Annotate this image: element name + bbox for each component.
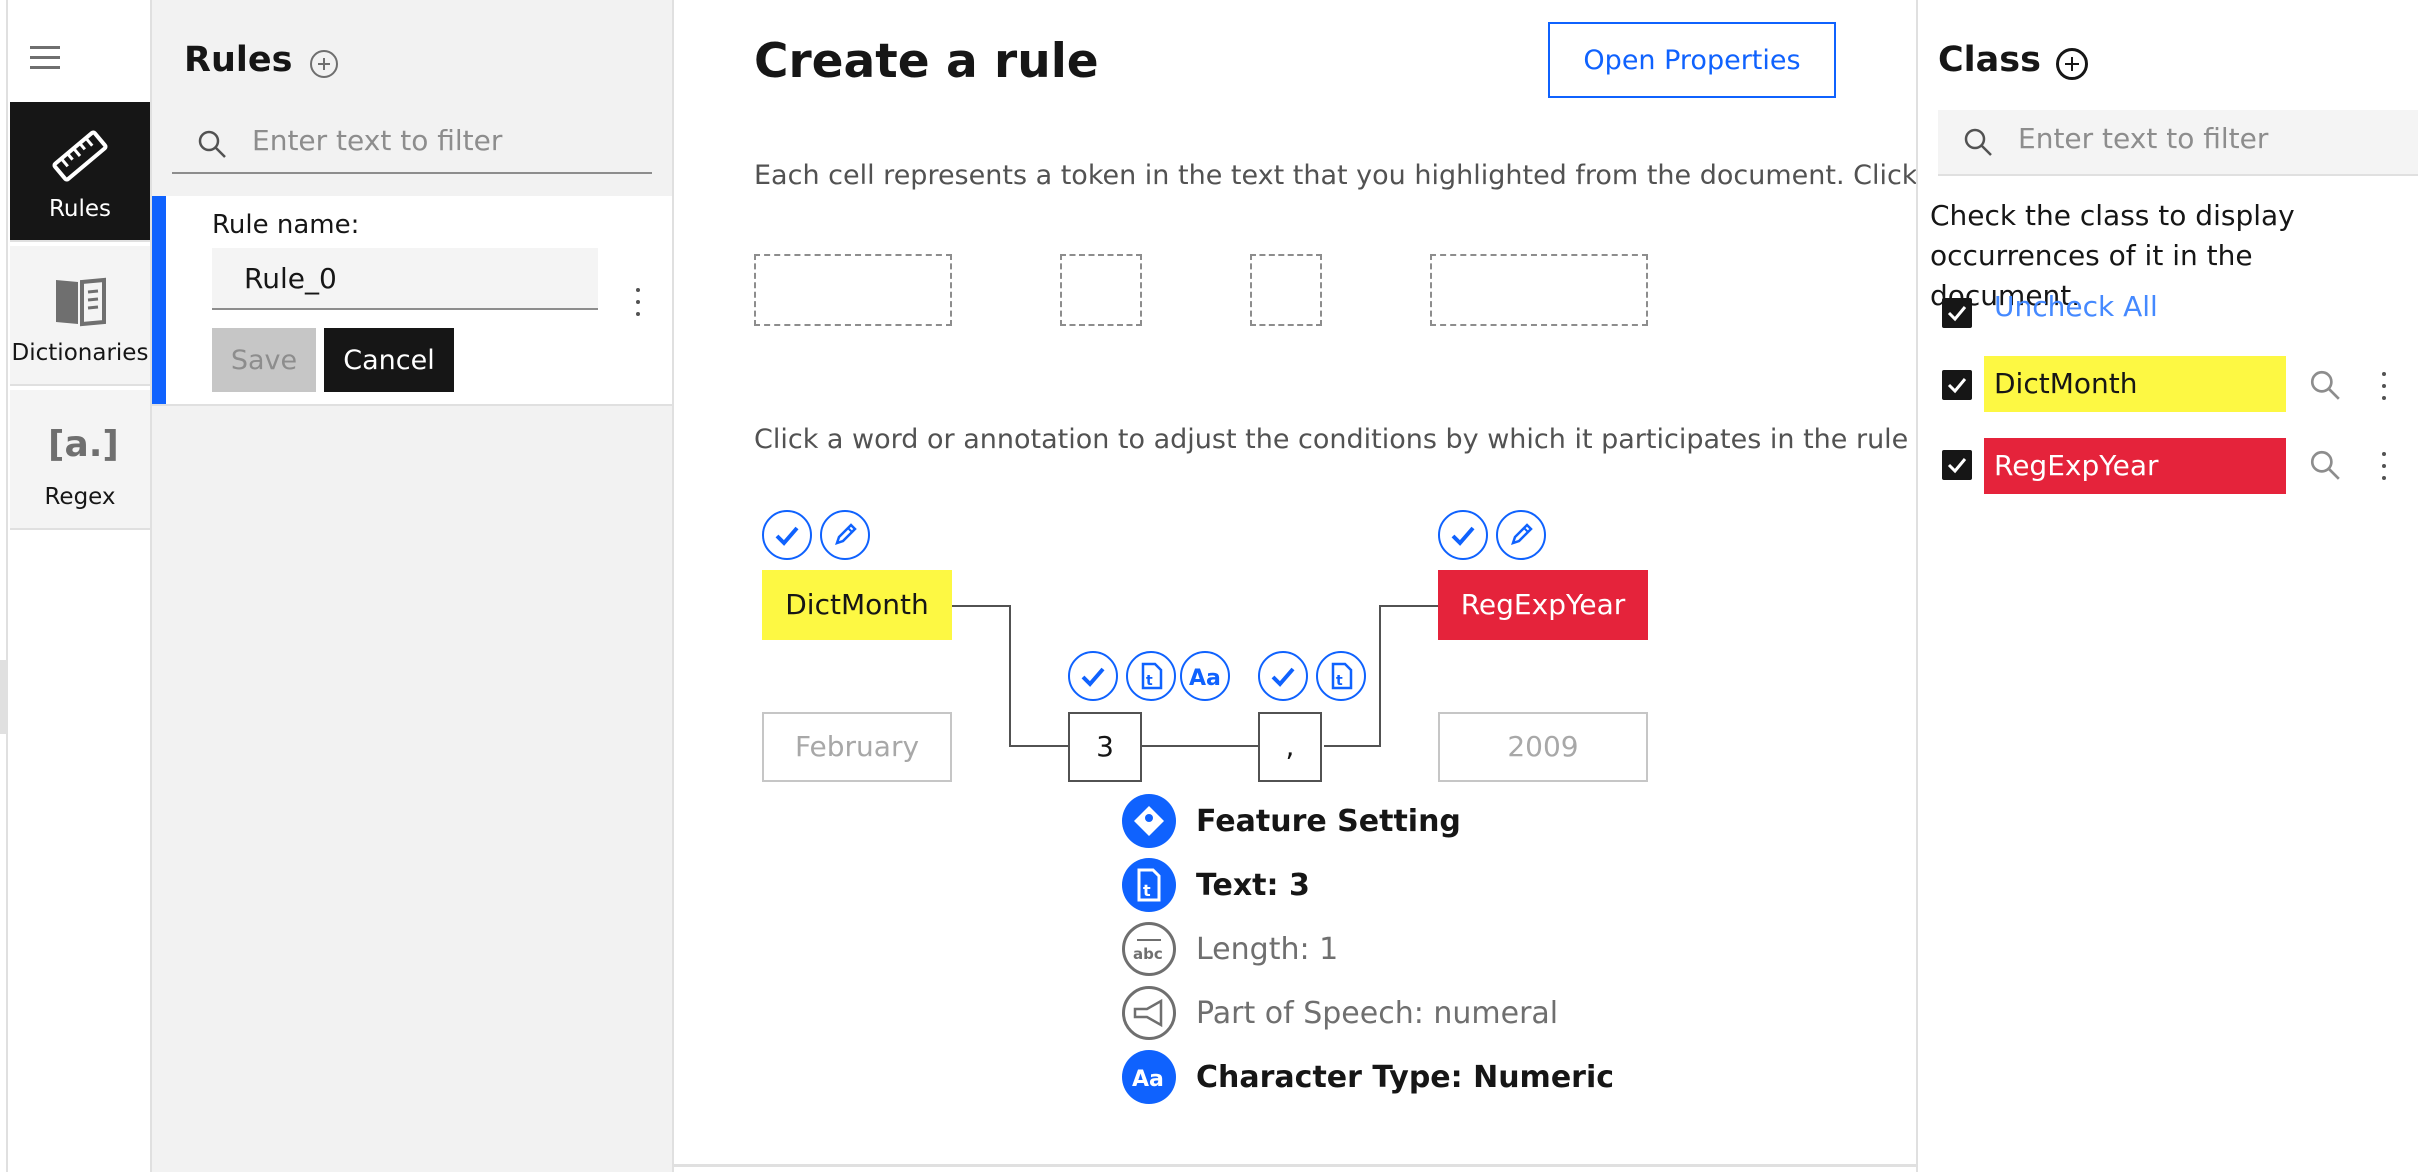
edit-annotation-button[interactable]	[820, 510, 870, 560]
feature-label[interactable]: Text: 3	[1196, 868, 1310, 903]
require-annotation-button[interactable]	[1438, 510, 1488, 560]
part-of-speech-icon[interactable]	[1122, 986, 1176, 1040]
intro-text: Each cell represents a token in the text…	[754, 160, 1916, 191]
checkmark-icon	[1081, 667, 1105, 687]
book-icon	[56, 277, 106, 327]
left-edge	[0, 0, 8, 1172]
cancel-button[interactable]: Cancel	[324, 328, 454, 392]
search-icon	[1964, 128, 1992, 156]
checkmark-icon	[1271, 667, 1295, 687]
page-title: Create a rule	[754, 34, 1099, 89]
require-token-button[interactable]	[1068, 651, 1118, 701]
rule-name-input[interactable]	[212, 248, 598, 310]
svg-text:t: t	[1143, 881, 1151, 900]
rules-panel-title: Rules	[184, 40, 293, 80]
collapsed-panel-handle[interactable]	[0, 660, 8, 734]
uncheck-all-checkbox[interactable]	[1942, 298, 1972, 328]
checkmark-icon	[1451, 526, 1475, 546]
token-cell[interactable]	[1430, 254, 1648, 326]
svg-text:Aa: Aa	[1189, 666, 1221, 691]
svg-text:t: t	[1146, 673, 1153, 689]
class-filter-input[interactable]	[2018, 122, 2398, 155]
search-icon[interactable]	[2308, 448, 2342, 482]
nav-item-rules[interactable]: Rules	[10, 102, 150, 242]
feature-label[interactable]: Part of Speech: numeral	[1196, 996, 1558, 1031]
class-checkbox[interactable]	[1942, 450, 1972, 480]
nav-item-label: Rules	[48, 196, 112, 222]
pencil-icon	[835, 523, 857, 545]
instruction-text: Click a word or annotation to adjust the…	[754, 424, 1916, 455]
word-token[interactable]: ,	[1258, 712, 1322, 782]
edit-annotation-button[interactable]	[1496, 510, 1546, 560]
checkmark-icon	[775, 526, 799, 546]
regex-icon: [a.]+	[48, 424, 120, 465]
token-cell[interactable]	[754, 254, 952, 326]
divider	[674, 1164, 1916, 1167]
feature-setting-icon	[1122, 794, 1176, 848]
search-icon	[198, 130, 226, 158]
length-icon[interactable]: abc	[1122, 922, 1176, 976]
class-overflow-menu-icon[interactable]	[2376, 448, 2392, 484]
add-rule-icon[interactable]	[310, 50, 338, 78]
nav-item-dictionaries[interactable]: Dictionaries	[10, 246, 150, 386]
text-icon: t	[1141, 662, 1163, 690]
annotation-regexpyear[interactable]: RegExpYear	[1438, 570, 1648, 640]
svg-text:Aa: Aa	[1132, 1067, 1164, 1092]
add-class-icon[interactable]	[2056, 48, 2088, 80]
character-type-icon: Aa	[1189, 666, 1221, 691]
class-filter	[1938, 110, 2418, 176]
rules-panel	[152, 0, 674, 1172]
checkmark-icon	[1947, 458, 1967, 474]
class-item-dictmonth[interactable]: DictMonth	[1984, 356, 2286, 412]
word-february[interactable]: February	[762, 712, 952, 782]
checkmark-icon	[1947, 306, 1967, 322]
require-token-button[interactable]	[1258, 651, 1308, 701]
annotation-dictmonth[interactable]: DictMonth	[762, 570, 952, 640]
class-panel-title: Class	[1938, 40, 2041, 80]
rules-filter-input[interactable]	[252, 124, 632, 157]
word-2009[interactable]: 2009	[1438, 712, 1648, 782]
search-icon[interactable]	[2308, 368, 2342, 402]
text-icon[interactable]: t	[1122, 858, 1176, 912]
word-token-selected[interactable]: 3	[1068, 712, 1142, 782]
feature-label[interactable]: Character Type: Numeric	[1196, 1060, 1614, 1095]
character-type-icon[interactable]: Aa	[1122, 1050, 1176, 1104]
checkmark-icon	[1947, 378, 1967, 394]
rule-name-label: Rule name:	[212, 210, 360, 240]
open-properties-button[interactable]: Open Properties	[1548, 22, 1836, 98]
save-button[interactable]: Save	[212, 328, 316, 392]
nav-item-regex[interactable]: [a.]+ Regex	[10, 390, 150, 530]
token-cell[interactable]	[1250, 254, 1322, 326]
pencil-icon	[1511, 523, 1533, 545]
selected-indicator	[152, 196, 166, 404]
svg-text:t: t	[1336, 673, 1343, 689]
feature-label: Feature Setting	[1196, 804, 1461, 839]
text-feature-button[interactable]: t	[1126, 651, 1176, 701]
rule-overflow-menu-icon[interactable]	[630, 284, 646, 320]
ruler-icon	[52, 130, 108, 182]
svg-text:abc: abc	[1133, 945, 1163, 963]
class-checkbox[interactable]	[1942, 370, 1972, 400]
class-item-regexpyear[interactable]: RegExpYear	[1984, 438, 2286, 494]
token-cell[interactable]	[1060, 254, 1142, 326]
text-feature-button[interactable]: t	[1316, 651, 1366, 701]
hamburger-menu-icon[interactable]	[30, 44, 62, 72]
class-overflow-menu-icon[interactable]	[2376, 368, 2392, 404]
nav-item-label: Dictionaries	[11, 340, 149, 366]
character-type-button[interactable]: Aa	[1180, 651, 1230, 701]
uncheck-all-link[interactable]: Uncheck All	[1994, 290, 2158, 323]
rules-filter	[172, 114, 652, 174]
svg-text:[a.]+: [a.]+	[48, 424, 120, 465]
require-annotation-button[interactable]	[762, 510, 812, 560]
feature-label[interactable]: Length: 1	[1196, 932, 1338, 967]
nav-item-label: Regex	[44, 484, 116, 510]
text-icon: t	[1331, 662, 1353, 690]
